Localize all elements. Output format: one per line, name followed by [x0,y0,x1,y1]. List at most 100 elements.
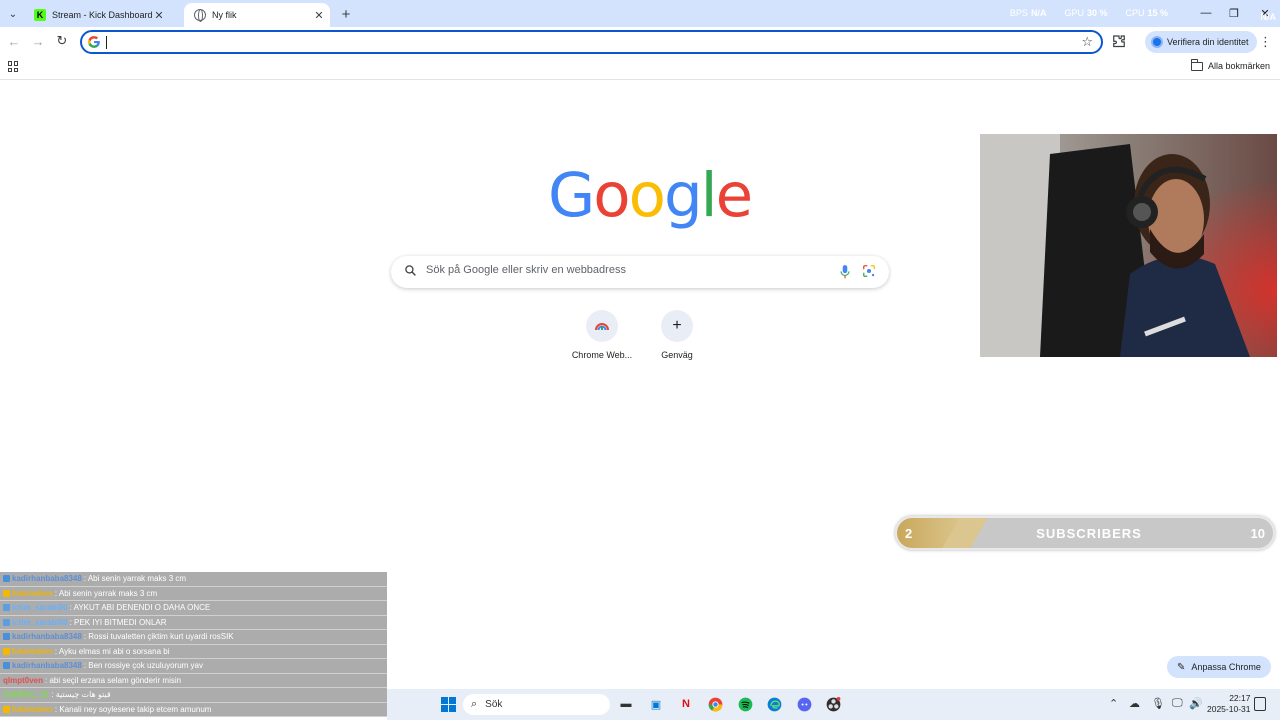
cloud-icon[interactable]: ☁ [1129,697,1140,710]
chat-badge-icon [3,633,10,641]
volume-icon[interactable]: 🔊 [1189,697,1203,710]
apps-grid-icon[interactable] [8,61,19,72]
chat-badge-icon [3,705,10,713]
minimize-button[interactable]: — [1197,4,1215,22]
chat-message: kadirhanbaba8348: Rossi tuvaletten çikti… [0,630,387,645]
store-icon[interactable]: ▣ [648,696,664,712]
close-icon[interactable]: ✕ [152,8,166,22]
subscriber-label: SUBSCRIBERS [1036,526,1142,541]
stream-chat-overlay: kadirhanbaba8348: Abi senin yarrak maks … [0,572,387,720]
tab-search-button[interactable]: ⌄ [4,5,22,23]
kick-icon: K [34,9,46,21]
reload-button[interactable]: ↻ [54,33,70,49]
globe-icon [194,9,206,22]
extensions-icon[interactable] [1110,33,1128,51]
chat-username: fukoloders [12,646,53,656]
chat-badge-icon [3,647,10,655]
chat-badge-icon [3,604,10,612]
forward-button[interactable]: → [30,33,46,49]
ntp-search-box[interactable]: Sök på Google eller skriv en webbadress [391,256,889,288]
chat-badge-icon [3,575,10,583]
gpu-stat: GPU 30 % [1064,8,1108,18]
cpu-stat: CPU 15 % [1125,8,1168,18]
notification-icon[interactable] [1254,697,1266,711]
chat-text: : Ayku elmas mi abi o sorsana bi [54,646,170,656]
chat-message: ictim_sarabi00: AYKUT ABI DENENDI O DAHA… [0,601,387,616]
chat-text: : abi seçil erzana selam gönderir misin [45,675,182,685]
address-bar[interactable]: ☆ [80,30,1103,54]
chat-message: GabRieL_21: قيتو هات چيستية [0,688,387,703]
system-clock[interactable]: 22:17 2025-10-31 [1207,693,1250,715]
chat-username: ictim_sarabi00 [12,617,68,627]
chat-message: ictim_sarabi00: PEK IYI BITMEDI ONLAR [0,615,387,630]
verify-label: Verifiera din identitet [1167,37,1249,47]
chat-username: kadirhanbaba8348 [12,632,82,642]
subscriber-goal-bar: 2 SUBSCRIBERS 10 [895,516,1275,550]
windows-start-icon[interactable] [441,697,456,712]
chat-text: : AYKUT ABI DENENDI O DAHA ONCE [69,603,211,613]
customize-chrome-button[interactable]: ✎ Anpassa Chrome [1167,656,1271,678]
file-explorer-icon[interactable]: ▬ [618,696,634,712]
omnibox-input[interactable] [108,34,1048,52]
chat-username: kadirhanbaba8348 [12,574,82,584]
arrow-right-icon: → [31,33,45,49]
netflix-icon[interactable]: N [678,696,694,712]
chat-username: ictim_sarabi00 [12,603,68,613]
network-icon[interactable]: 🖵 [1172,697,1183,710]
chat-message: kadirhanbaba8348: Abi senin yarrak maks … [0,572,387,587]
windows-taskbar: ⌕ Sök ▬ ▣ N ⌃ ☁ 🎙 🖵 🔊 22:17 2025-10-31 [387,689,1280,720]
shortcut-label: Genväg [661,350,693,360]
chat-text: : Ben rossiye çok uzuluyorum yav [83,661,203,671]
chat-text: : Abi senin yarrak maks 3 cm [54,588,158,598]
back-button[interactable]: ← [6,33,22,49]
subscriber-goal: 10 [1250,526,1265,541]
folder-icon [1190,58,1203,71]
arrow-left-icon: ← [7,33,21,49]
browser-toolbar: ← → ↻ ☆ Verifiera din identitet ⋮ [0,27,1280,56]
tab-strip: ⌄ K Stream - Kick Dashboard ✕ Ny flik ✕ … [0,0,1280,27]
all-bookmarks-label: Alla bokmärken [1207,61,1270,71]
bookmarks-bar: Alla bokmärken [0,56,1280,80]
chevron-up-icon[interactable]: ⌃ [1109,697,1118,710]
tab-kick-dashboard[interactable]: K Stream - Kick Dashboard ✕ [24,3,170,27]
reload-icon: ↻ [56,33,68,48]
obs-icon[interactable] [825,696,841,712]
search-icon: ⌕ [471,698,478,710]
chat-username: fukoloders [12,588,53,598]
restore-button[interactable]: ❐ [1225,4,1243,22]
google-g-icon [87,36,100,48]
new-tab-button[interactable]: + [337,5,355,23]
tab-title: Stream - Kick Dashboard [52,10,152,20]
chat-text: : Abi senin yarrak maks 3 cm [83,574,187,584]
close-icon[interactable]: ✕ [312,8,326,22]
customize-label: Anpassa Chrome [1191,662,1261,672]
chat-username: qlmpt0ven [3,675,44,685]
shortcut-add[interactable]: + Genväg [642,310,712,360]
google-lens-icon[interactable] [862,264,876,278]
microphone-icon[interactable] [838,264,852,280]
microphone-icon[interactable]: 🎙 [1151,697,1165,710]
chat-text: : Kanali ney soylesene takip etcem amunu… [54,704,212,714]
plus-icon: + [661,310,693,342]
chevron-down-icon: ⌄ [8,8,18,20]
stat-extra: N/A [1260,12,1277,22]
more-menu-icon[interactable]: ⋮ [1259,34,1272,50]
profile-icon [1151,36,1163,48]
taskbar-search[interactable]: ⌕ Sök [463,694,610,715]
bookmark-star-icon[interactable]: ☆ [1081,34,1093,50]
shortcut-chrome-web-store[interactable]: Chrome Web... [567,310,637,360]
chat-username: kadirhanbaba8348 [12,661,82,671]
taskbar-search-label: Sök [485,699,503,710]
chat-text: : Rossi tuvaletten çiktim kurt uyardi ro… [83,632,234,642]
chat-username: fukoloders [12,704,53,714]
chrome-web-store-icon [586,310,618,342]
chrome-icon[interactable] [707,696,723,712]
chat-message: kadirhanbaba8348: Ben rossiye çok uzuluy… [0,659,387,674]
discord-icon[interactable] [796,696,812,712]
chat-badge-icon [3,662,10,670]
verify-identity-button[interactable]: Verifiera din identitet [1145,31,1257,53]
all-bookmarks-button[interactable]: Alla bokmärken [1190,58,1270,71]
tab-new-tab[interactable]: Ny flik ✕ [184,3,330,27]
edge-icon[interactable] [766,696,782,712]
spotify-icon[interactable] [737,696,753,712]
